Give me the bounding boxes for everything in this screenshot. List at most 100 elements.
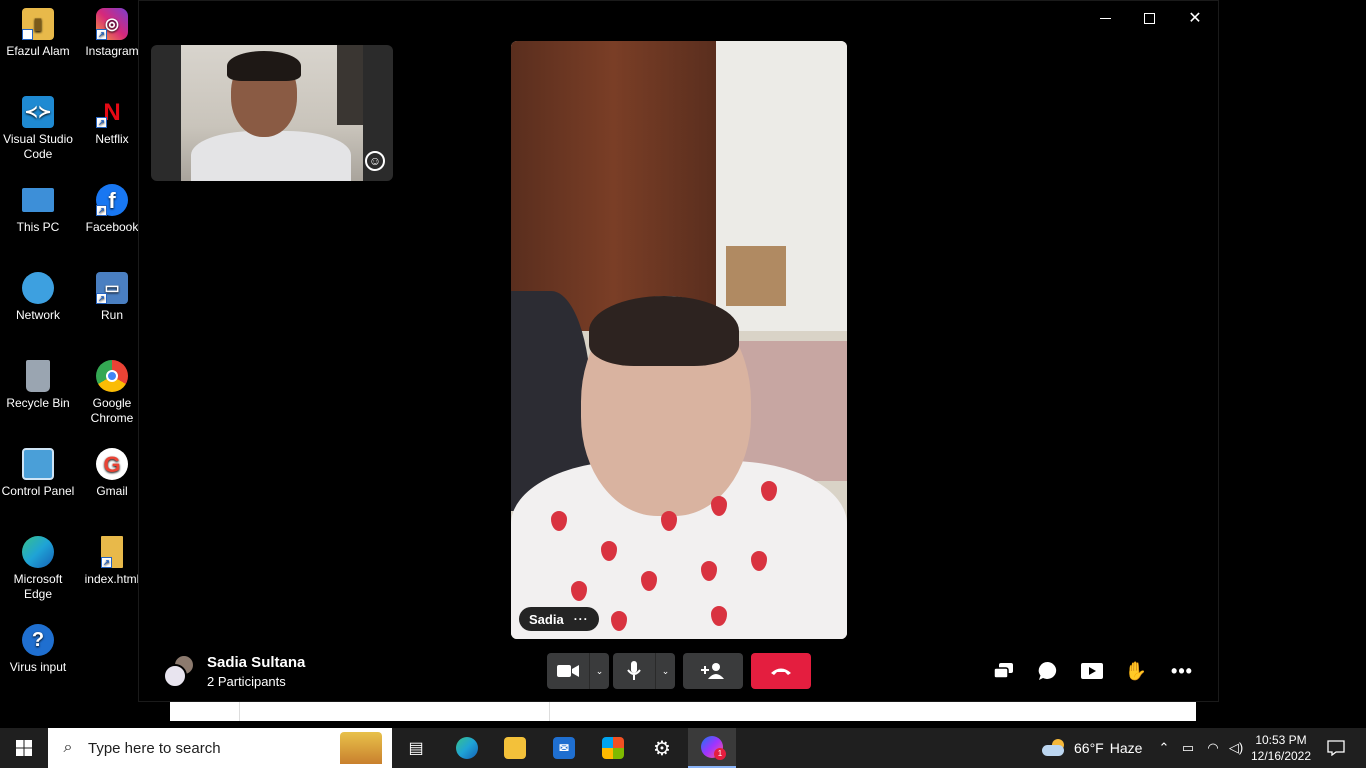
clock-date: 12/16/2022 — [1250, 749, 1312, 763]
microphone-icon — [627, 661, 641, 680]
control-panel-icon — [22, 448, 54, 480]
background-window — [170, 702, 1196, 721]
participant-count: 2 Participants — [207, 674, 286, 689]
end-call-button[interactable] — [751, 653, 811, 689]
vscode-icon: ≺≻ — [22, 96, 54, 128]
search-highlight-icon — [340, 732, 382, 764]
recycle-bin-icon — [26, 360, 50, 392]
task-view-button[interactable]: ▤ — [392, 728, 440, 768]
camera-control: ⌄ — [547, 653, 609, 689]
store-icon — [602, 737, 624, 759]
add-people-button[interactable] — [683, 653, 743, 689]
run-icon: ▭ ↗ — [96, 272, 128, 304]
weather-cloud-icon — [1042, 739, 1068, 757]
participant-name-tag[interactable]: Sadia ··· — [519, 607, 599, 631]
windows-logo-icon — [16, 740, 32, 756]
taskbar-search[interactable]: ⌕ Type here to search — [48, 728, 392, 768]
network-icon — [22, 272, 54, 304]
netflix-icon: N ↗ — [96, 96, 128, 128]
participant-name: Sadia — [529, 611, 564, 627]
desktop-icon-this-pc[interactable]: This PC — [0, 184, 76, 235]
weather-widget[interactable]: 66°F Haze — [1042, 728, 1142, 768]
taskbar: ⌕ Type here to search ▤ ✉ ⚙ 1 66°F Haze … — [0, 728, 1366, 768]
folder-icon — [504, 737, 526, 759]
chrome-icon — [96, 360, 128, 392]
desktop-icon-user-folder[interactable]: ▮ Efazul Alam — [0, 8, 76, 59]
taskbar-messenger[interactable]: 1 — [688, 728, 736, 768]
start-button[interactable] — [0, 728, 48, 768]
more-icon: ••• — [1171, 660, 1193, 681]
taskbar-mail[interactable]: ✉ — [540, 728, 588, 768]
self-video-preview[interactable]: ☺ — [151, 45, 393, 181]
camera-options-dropdown[interactable]: ⌄ — [589, 653, 609, 689]
speaker-icon: ◁) — [1228, 740, 1244, 755]
screen-share-icon — [993, 663, 1013, 679]
user-folder-icon: ▮ — [22, 8, 54, 40]
desktop-icon-vscode[interactable]: ≺≻ Visual Studio Code — [0, 96, 76, 162]
microphone-control: ⌄ — [613, 653, 675, 689]
chevron-up-icon: ⌃ — [1158, 740, 1170, 755]
effects-icon[interactable]: ☺ — [365, 151, 385, 171]
weather-description: Haze — [1109, 740, 1143, 756]
facebook-icon: f ↗ — [96, 184, 128, 216]
raise-hand-icon: ✋ — [1124, 660, 1148, 681]
more-options-icon[interactable]: ··· — [574, 612, 589, 626]
play-video-icon — [1081, 663, 1103, 679]
group-avatar — [163, 654, 197, 688]
microphone-options-dropdown[interactable]: ⌄ — [655, 653, 675, 689]
desktop-icon-label: Efazul Alam — [6, 44, 70, 58]
remote-video-feed: Sadia ··· — [511, 41, 847, 639]
clock[interactable]: 10:53 PM 12/16/2022 — [1250, 732, 1312, 764]
taskbar-file-explorer[interactable] — [491, 728, 539, 768]
html-file-icon: ↗ — [101, 536, 123, 568]
call-title: Sadia Sultana — [207, 654, 306, 671]
maximize-icon — [1143, 12, 1155, 24]
chevron-down-icon: ⌄ — [595, 665, 604, 676]
mail-icon: ✉ — [553, 737, 575, 759]
desktop-icon-label: This PC — [16, 220, 60, 234]
share-screen-button[interactable] — [989, 657, 1019, 685]
notification-badge: 1 — [714, 748, 726, 760]
search-icon: ⌕ — [63, 739, 73, 756]
self-video-feed — [181, 45, 363, 181]
taskbar-edge[interactable] — [443, 728, 491, 768]
desktop-icon-network[interactable]: Network — [0, 272, 76, 323]
microphone-button[interactable] — [613, 653, 655, 689]
wifi-icon: ◠ — [1207, 740, 1219, 755]
video-call-window: ✕ ☺ Sadia ··· Sadia Sultana 2 Participan… — [138, 0, 1219, 702]
notification-center-button[interactable] — [1318, 728, 1354, 768]
search-placeholder: Type here to search — [88, 739, 221, 757]
gear-icon: ⚙ — [653, 737, 671, 760]
desktop-icon-edge[interactable]: Microsoft Edge — [0, 536, 76, 602]
close-icon: ✕ — [1188, 10, 1202, 27]
help-icon: ? — [22, 624, 54, 656]
notification-icon — [1327, 740, 1345, 756]
desktop-icon-label: Control Panel — [1, 484, 75, 498]
maximize-button[interactable] — [1127, 5, 1171, 31]
raise-hand-button[interactable]: ✋ — [1121, 657, 1151, 685]
video-camera-icon — [557, 665, 579, 677]
desktop-icon-virus-input[interactable]: ? Virus input — [0, 624, 76, 675]
minimize-button[interactable] — [1083, 5, 1127, 31]
desktop-icon-recycle-bin[interactable]: Recycle Bin — [0, 360, 76, 411]
weather-temperature: 66°F — [1074, 740, 1104, 756]
background-window-pane — [170, 702, 240, 721]
show-hidden-icons-button[interactable]: ⌃ — [1152, 728, 1176, 768]
edge-icon — [22, 536, 54, 568]
watch-together-button[interactable] — [1077, 657, 1107, 685]
taskbar-settings[interactable]: ⚙ — [638, 728, 686, 768]
add-person-icon — [701, 663, 724, 679]
battery-button[interactable]: ▭ — [1176, 728, 1200, 768]
desktop-icon-control-panel[interactable]: Control Panel — [0, 448, 76, 499]
close-button[interactable]: ✕ — [1173, 5, 1217, 31]
chat-bubble-icon — [1038, 661, 1057, 680]
volume-button[interactable]: ◁) — [1224, 728, 1248, 768]
network-button[interactable]: ◠ — [1201, 728, 1225, 768]
more-options-button[interactable]: ••• — [1167, 657, 1197, 685]
computer-icon — [22, 188, 54, 212]
taskbar-store[interactable] — [589, 728, 637, 768]
camera-button[interactable] — [547, 653, 589, 689]
edge-icon — [456, 737, 478, 759]
chat-button[interactable] — [1033, 657, 1063, 685]
hang-up-icon — [771, 668, 791, 675]
